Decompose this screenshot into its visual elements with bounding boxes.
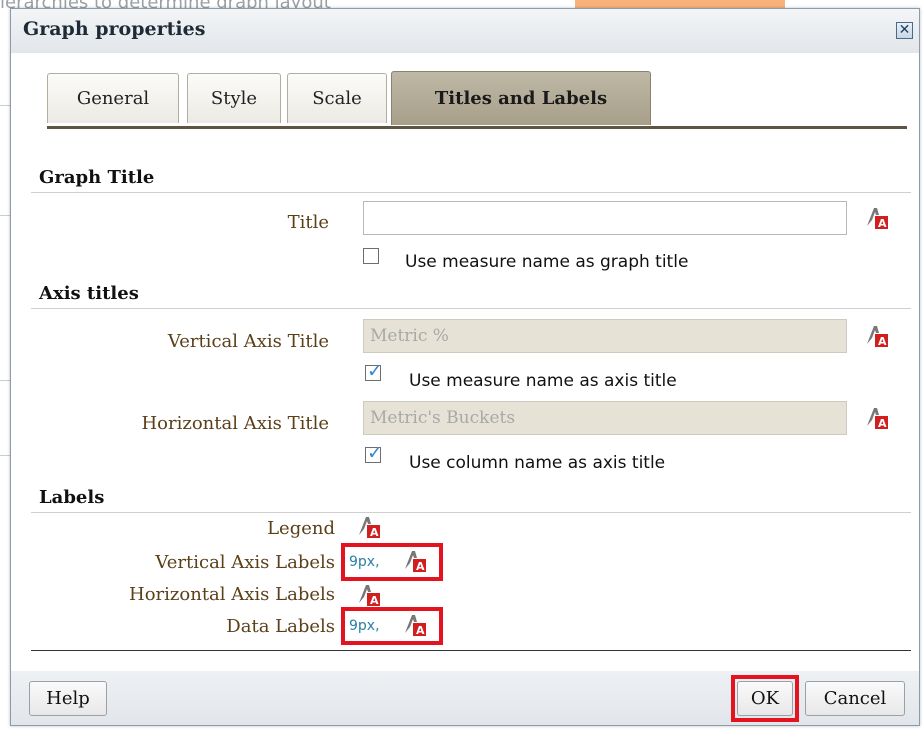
svg-text:A: A [416, 624, 425, 637]
tab-general[interactable]: General [47, 73, 179, 123]
svg-text:A: A [878, 417, 887, 430]
vertical-axis-title-label: Vertical Axis Title [167, 331, 329, 352]
use-column-axis-title-label: Use column name as axis title [409, 453, 666, 473]
graph-properties-dialog: Graph properties ✕ General Style Scale T… [10, 8, 920, 726]
use-measure-title-label: Use measure name as graph title [405, 252, 689, 272]
content-bottom-divider [31, 650, 911, 651]
horizontal-axis-title-input[interactable]: Metric's Buckets [363, 401, 847, 435]
tab-scale[interactable]: Scale [287, 73, 387, 123]
horizontal-axis-title-label: Horizontal Axis Title [141, 413, 329, 434]
use-column-axis-title-checkbox[interactable] [365, 442, 383, 464]
tab-bar: General Style Scale Titles and Labels [47, 71, 907, 129]
section-divider [31, 308, 911, 309]
section-divider [31, 512, 911, 513]
axis-titles-heading: Axis titles [39, 283, 139, 304]
svg-text:A: A [878, 217, 887, 230]
dialog-footer: Help OK Cancel [11, 671, 919, 725]
ok-button[interactable]: OK [737, 681, 793, 716]
vertical-axis-title-input[interactable]: Metric % [363, 319, 847, 353]
tab-underline [47, 126, 907, 129]
graph-title-heading: Graph Title [39, 167, 155, 188]
tab-style[interactable]: Style [187, 73, 281, 123]
vertical-axis-labels-label: Vertical Axis Labels [155, 552, 335, 573]
font-format-icon[interactable]: A [865, 206, 889, 230]
font-format-icon[interactable]: A [865, 324, 889, 348]
font-format-icon[interactable]: A [403, 549, 427, 573]
close-icon[interactable]: ✕ [896, 22, 913, 39]
data-labels-font-size[interactable]: 9px, [349, 618, 380, 634]
title-input[interactable] [363, 201, 847, 235]
use-measure-axis-title-checkbox[interactable] [365, 360, 383, 382]
vertical-axis-labels-font-size[interactable]: 9px, [349, 554, 380, 570]
help-button[interactable]: Help [29, 681, 107, 716]
cancel-button[interactable]: Cancel [805, 681, 905, 716]
tab-titles-and-labels[interactable]: Titles and Labels [391, 71, 651, 125]
labels-heading: Labels [39, 487, 105, 508]
font-format-icon[interactable]: A [357, 583, 381, 607]
font-format-icon[interactable]: A [357, 515, 381, 539]
title-label: Title [287, 212, 329, 233]
dialog-title: Graph properties [23, 18, 206, 40]
data-labels-label: Data Labels [226, 616, 335, 637]
font-format-icon[interactable]: A [403, 613, 427, 637]
legend-label: Legend [267, 518, 335, 539]
dialog-titlebar[interactable]: Graph properties ✕ [11, 9, 919, 53]
svg-text:A: A [878, 335, 887, 348]
svg-text:A: A [370, 594, 379, 607]
use-measure-axis-title-label: Use measure name as axis title [409, 371, 677, 391]
horizontal-axis-labels-label: Horizontal Axis Labels [129, 584, 335, 605]
svg-text:A: A [370, 526, 379, 539]
section-divider [31, 192, 911, 193]
use-measure-title-checkbox[interactable] [363, 248, 379, 264]
font-format-icon[interactable]: A [865, 406, 889, 430]
svg-text:A: A [416, 560, 425, 573]
